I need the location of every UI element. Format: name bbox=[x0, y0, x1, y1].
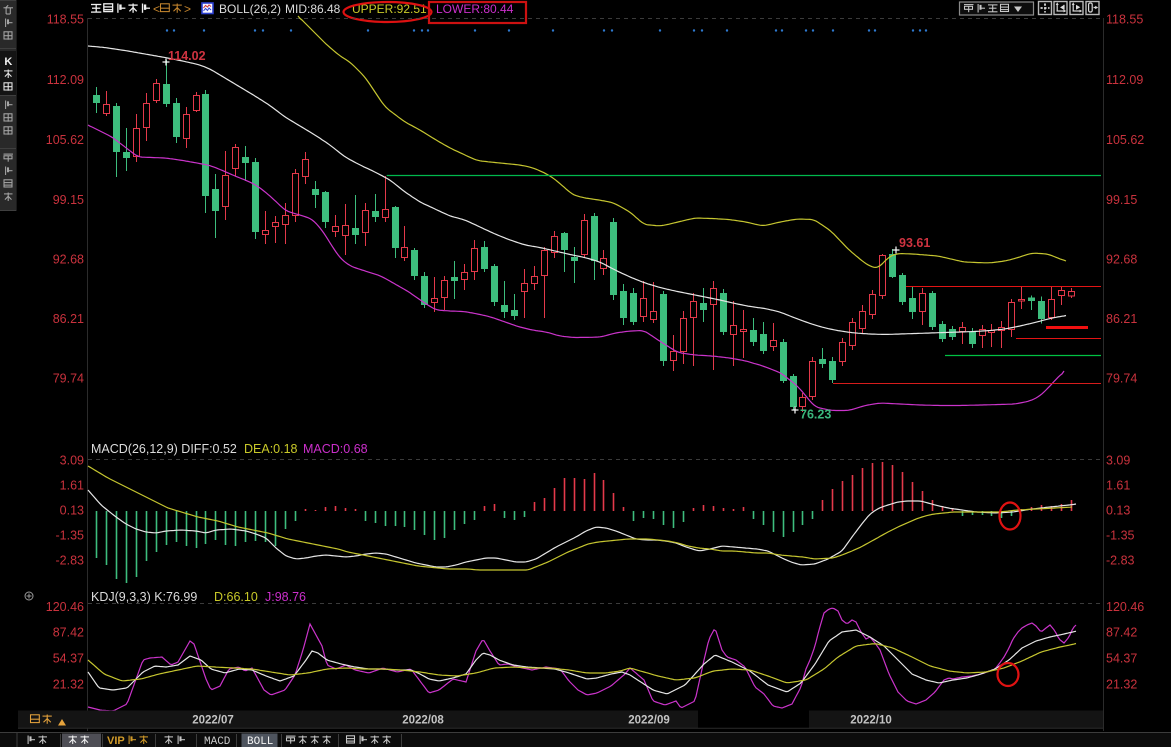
svg-text:2022/09: 2022/09 bbox=[628, 715, 670, 727]
svg-text:0.13: 0.13 bbox=[1106, 503, 1130, 517]
svg-text:105.62: 105.62 bbox=[46, 133, 84, 147]
svg-text:120.46: 120.46 bbox=[1106, 600, 1144, 614]
svg-text:BOLL(26,2): BOLL(26,2) bbox=[219, 2, 281, 16]
svg-text:-2.83: -2.83 bbox=[56, 553, 85, 567]
svg-text:79.74: 79.74 bbox=[53, 371, 84, 385]
svg-text:-1.35: -1.35 bbox=[56, 528, 85, 542]
svg-text:BOLL: BOLL bbox=[247, 736, 273, 747]
svg-text:87.42: 87.42 bbox=[53, 625, 84, 639]
svg-text:76.23: 76.23 bbox=[800, 408, 831, 422]
svg-text:86.21: 86.21 bbox=[1106, 312, 1137, 326]
svg-text:120.46: 120.46 bbox=[46, 600, 84, 614]
svg-text:MACD(26,12,9) DIFF:0.52: MACD(26,12,9) DIFF:0.52 bbox=[91, 442, 237, 456]
svg-text:1.61: 1.61 bbox=[60, 478, 84, 492]
svg-text:99.15: 99.15 bbox=[53, 193, 84, 207]
svg-text:87.42: 87.42 bbox=[1106, 625, 1137, 639]
svg-text:<: < bbox=[153, 2, 160, 16]
svg-text:DEA:0.18: DEA:0.18 bbox=[244, 442, 298, 456]
svg-text:2022/07: 2022/07 bbox=[192, 715, 234, 727]
svg-text:21.32: 21.32 bbox=[53, 677, 84, 691]
svg-text:-1.35: -1.35 bbox=[1106, 528, 1135, 542]
svg-text:MID:86.48: MID:86.48 bbox=[285, 2, 341, 16]
svg-text:118.55: 118.55 bbox=[1106, 12, 1143, 26]
svg-text:MACD:0.68: MACD:0.68 bbox=[303, 442, 368, 456]
svg-text:118.55: 118.55 bbox=[47, 12, 84, 26]
svg-text:2022/08: 2022/08 bbox=[402, 715, 444, 727]
svg-text:VIP: VIP bbox=[107, 735, 125, 747]
svg-text:D:66.10: D:66.10 bbox=[214, 590, 258, 604]
svg-text:92.68: 92.68 bbox=[1106, 252, 1137, 266]
svg-text:2022/10: 2022/10 bbox=[850, 715, 892, 727]
svg-text:79.74: 79.74 bbox=[1106, 371, 1137, 385]
svg-text:J:98.76: J:98.76 bbox=[265, 590, 306, 604]
svg-text:>: > bbox=[184, 2, 191, 16]
svg-text:MACD: MACD bbox=[204, 736, 231, 747]
svg-text:1.61: 1.61 bbox=[1106, 478, 1130, 492]
svg-text:3.09: 3.09 bbox=[1106, 453, 1130, 467]
svg-text:3.09: 3.09 bbox=[60, 453, 84, 467]
svg-text:93.61: 93.61 bbox=[899, 236, 930, 250]
svg-text:KDJ(9,3,3) K:76.99: KDJ(9,3,3) K:76.99 bbox=[91, 590, 197, 604]
svg-text:112.09: 112.09 bbox=[1106, 73, 1143, 87]
svg-text:21.32: 21.32 bbox=[1106, 677, 1137, 691]
svg-text:92.68: 92.68 bbox=[53, 252, 84, 266]
svg-text:54.37: 54.37 bbox=[1106, 651, 1137, 665]
svg-text:99.15: 99.15 bbox=[1106, 193, 1137, 207]
svg-text:114.02: 114.02 bbox=[168, 49, 206, 63]
svg-text:0.13: 0.13 bbox=[60, 503, 84, 517]
svg-text:K: K bbox=[4, 56, 12, 68]
svg-text:105.62: 105.62 bbox=[1106, 133, 1144, 147]
svg-text:112.09: 112.09 bbox=[47, 73, 84, 87]
svg-text:-2.83: -2.83 bbox=[1106, 553, 1135, 567]
svg-text:86.21: 86.21 bbox=[53, 312, 84, 326]
svg-text:54.37: 54.37 bbox=[53, 651, 84, 665]
svg-text:LOWER:80.44: LOWER:80.44 bbox=[436, 2, 514, 16]
